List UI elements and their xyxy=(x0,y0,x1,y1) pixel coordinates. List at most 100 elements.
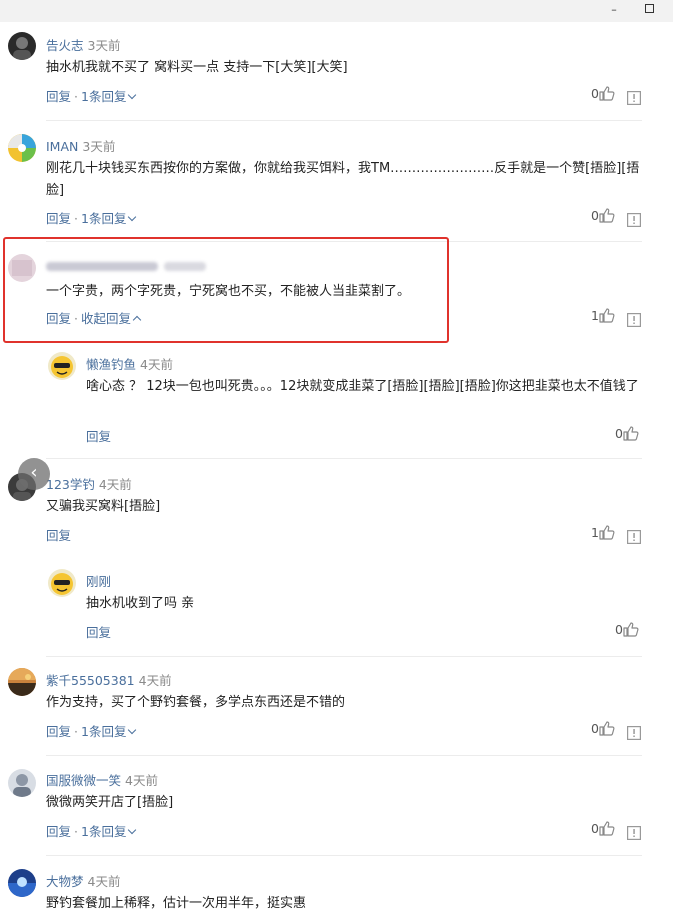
comment-time: 4天前 xyxy=(98,477,132,492)
comment-actions: 回复 · 1条回复 xyxy=(46,721,137,740)
thumbs-up-icon xyxy=(599,208,615,223)
comment-actions: 回复 xyxy=(46,525,71,544)
username[interactable]: 紫千55505381 xyxy=(46,673,135,688)
comment-text: 抽水机我就不买了 窝料买一点 支持一下[大笑][大笑] xyxy=(46,60,348,75)
comment-user[interactable]: 123学钓 4天前 xyxy=(46,474,132,493)
reply-button[interactable]: 回复 xyxy=(46,824,71,839)
like-button[interactable]: 0 xyxy=(591,821,615,836)
thumbs-up-icon xyxy=(623,622,639,637)
like-count: 1 xyxy=(591,308,599,323)
avatar[interactable] xyxy=(8,668,36,696)
separator: · xyxy=(74,89,78,104)
separator: · xyxy=(74,724,78,739)
comment-user[interactable]: IMAN 3天前 xyxy=(46,136,115,155)
like-count: 0 xyxy=(615,426,623,441)
like-count: 0 xyxy=(615,622,623,637)
avatar[interactable] xyxy=(8,134,36,162)
like-button[interactable]: 0 xyxy=(615,622,639,637)
comment-actions: 回复 · 1条回复 xyxy=(46,821,137,840)
comment-user[interactable]: 刚刚 xyxy=(86,571,111,590)
reply-button[interactable]: 回复 xyxy=(86,429,111,444)
divider xyxy=(46,458,642,459)
replies-toggle[interactable]: 1条回复 xyxy=(81,824,137,839)
divider xyxy=(46,120,642,121)
replies-toggle[interactable]: 1条回复 xyxy=(81,211,137,226)
chevron-down-icon xyxy=(128,90,137,100)
report-icon[interactable] xyxy=(627,309,641,328)
reply-button[interactable]: 回复 xyxy=(46,528,71,543)
username[interactable]: 告火志 xyxy=(46,38,84,53)
username[interactable]: 大物梦 xyxy=(46,874,84,889)
replies-toggle-label[interactable]: 1条回复 xyxy=(81,824,126,839)
back-button[interactable]: ‹ xyxy=(18,458,50,490)
comment-user[interactable]: 国服微微一笑 4天前 xyxy=(46,770,158,789)
username[interactable]: 123学钓 xyxy=(46,477,95,492)
report-icon[interactable] xyxy=(627,209,641,228)
thumbs-up-icon xyxy=(599,821,615,836)
comment-time: 4天前 xyxy=(138,673,172,688)
divider xyxy=(46,755,642,756)
comment-text: 野钓套餐加上稀释，估计一次用半年，挺实惠 xyxy=(46,896,307,911)
back-icon: ‹ xyxy=(30,462,38,483)
thumbs-up-icon xyxy=(623,426,639,441)
divider xyxy=(46,656,642,657)
replies-toggle[interactable]: 收起回复 xyxy=(81,311,142,326)
like-button[interactable]: 0 xyxy=(591,208,615,223)
thumbs-up-icon xyxy=(599,308,615,323)
comment-user[interactable]: 懒渔钓鱼 4天前 xyxy=(86,354,173,373)
replies-toggle-label[interactable]: 1条回复 xyxy=(81,89,126,104)
separator: · xyxy=(74,211,78,226)
username[interactable]: IMAN xyxy=(46,139,78,154)
like-button[interactable]: 0 xyxy=(591,721,615,736)
thumbs-up-icon xyxy=(599,86,615,101)
report-icon[interactable] xyxy=(627,722,641,741)
replies-toggle-label[interactable]: 收起回复 xyxy=(81,311,131,326)
comment-actions: 回复 · 收起回复 xyxy=(46,308,142,327)
reply-button[interactable]: 回复 xyxy=(46,311,71,326)
comment-actions: 回复 · 1条回复 xyxy=(46,208,137,227)
comment-user[interactable]: 紫千55505381 4天前 xyxy=(46,670,172,689)
comment-user[interactable]: 大物梦 4天前 xyxy=(46,871,120,890)
replies-toggle[interactable]: 1条回复 xyxy=(81,724,137,739)
comment-time: 4天前 xyxy=(125,773,158,788)
report-icon[interactable] xyxy=(627,87,641,106)
avatar[interactable] xyxy=(48,352,76,380)
separator: · xyxy=(74,824,78,839)
avatar[interactable] xyxy=(8,769,36,797)
username[interactable]: 刚刚 xyxy=(86,574,111,589)
maximize-icon xyxy=(644,4,654,13)
comment-text: 一个字贵，两个字死贵，宁死窝也不买，不能被人当韭菜割了。 xyxy=(46,284,411,299)
like-button[interactable]: 1 xyxy=(591,525,615,540)
comment-actions: 回复 xyxy=(86,426,111,445)
avatar[interactable] xyxy=(8,32,36,60)
reply-button[interactable]: 回复 xyxy=(46,211,71,226)
avatar[interactable] xyxy=(8,869,36,897)
chevron-down-icon xyxy=(128,725,137,735)
comment-user[interactable]: 告火志 3天前 xyxy=(46,35,120,54)
comment-text: 微微两笑开店了[捂脸] xyxy=(46,795,174,810)
avatar[interactable] xyxy=(8,254,36,282)
comment-time: 3天前 xyxy=(82,139,116,154)
replies-toggle-label[interactable]: 1条回复 xyxy=(81,724,126,739)
like-button[interactable]: 0 xyxy=(591,86,615,101)
username[interactable]: 懒渔钓鱼 xyxy=(86,357,136,372)
comment-text: 作为支持，买了个野钓套餐，多学点东西还是不错的 xyxy=(46,695,346,710)
replies-toggle-label[interactable]: 1条回复 xyxy=(81,211,126,226)
chevron-down-icon xyxy=(128,825,137,835)
report-icon[interactable] xyxy=(627,526,641,545)
reply-button[interactable]: 回复 xyxy=(46,89,71,104)
reply-button[interactable]: 回复 xyxy=(46,724,71,739)
report-icon[interactable] xyxy=(627,822,641,841)
reply-button[interactable]: 回复 xyxy=(86,625,111,640)
username[interactable]: 国服微微一笑 xyxy=(46,773,121,788)
like-button[interactable]: 1 xyxy=(591,308,615,323)
blurred-time xyxy=(164,262,206,271)
avatar[interactable] xyxy=(48,569,76,597)
thumbs-up-icon xyxy=(599,721,615,736)
minimize-button[interactable]: – xyxy=(605,2,623,18)
chevron-up-icon xyxy=(132,315,142,325)
like-button[interactable]: 0 xyxy=(615,426,639,441)
replies-toggle[interactable]: 1条回复 xyxy=(81,89,137,104)
like-count: 0 xyxy=(591,821,599,836)
maximize-button[interactable] xyxy=(640,2,658,18)
